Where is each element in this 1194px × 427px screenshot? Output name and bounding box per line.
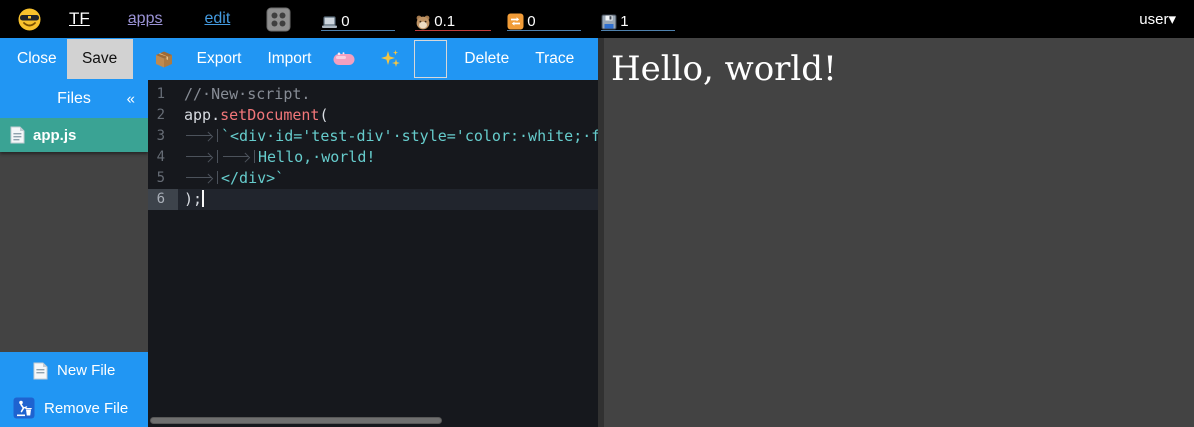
gutter-line-number[interactable]: 1 xyxy=(148,84,178,105)
sunglasses-face-icon[interactable] xyxy=(18,8,41,31)
user-menu-label: user xyxy=(1139,11,1168,28)
code-line-content[interactable]: app.setDocument( xyxy=(178,105,598,126)
tab-invisible-icon xyxy=(184,171,218,184)
code-line[interactable]: 2app.setDocument( xyxy=(148,105,598,126)
empty-toolbar-button[interactable] xyxy=(414,40,447,78)
package-icon[interactable] xyxy=(149,39,179,79)
files-header-title: Files xyxy=(57,90,91,108)
preview-heading: Hello, world! xyxy=(611,49,1194,90)
save-counter-field[interactable]: 1 xyxy=(601,7,675,31)
save-counter-value: 1 xyxy=(620,13,628,30)
repeat-counter-field[interactable]: 0 xyxy=(507,7,581,31)
preview-panel: Hello, world! xyxy=(604,38,1194,427)
import-button[interactable]: Import xyxy=(267,50,311,68)
remove-file-label: Remove File xyxy=(44,400,128,417)
cpu-counter-value: 0 xyxy=(341,13,349,30)
code-line[interactable]: 5</div>` xyxy=(148,168,598,189)
delete-button[interactable]: Delete xyxy=(464,50,509,68)
laptop-icon xyxy=(321,15,338,30)
code-line-content[interactable]: `<div·id='test-div'·style='color:·white;… xyxy=(178,126,598,147)
code-rows: 1//·New·script.2app.setDocument(3`<div·i… xyxy=(148,80,598,210)
floppy-icon xyxy=(601,14,617,30)
apps-link[interactable]: apps xyxy=(128,10,163,28)
cpu-counter-field[interactable]: 0 xyxy=(321,7,395,31)
code-editor[interactable]: 1//·New·script.2app.setDocument(3`<div·i… xyxy=(148,80,598,427)
close-button[interactable]: Close xyxy=(17,50,57,68)
code-line[interactable]: 1//·New·script. xyxy=(148,84,598,105)
editor-toolbar: Close Save Export Import xyxy=(0,38,598,80)
tab-invisible-icon xyxy=(221,150,255,163)
code-line-content[interactable]: </div>` xyxy=(178,168,598,189)
export-button[interactable]: Export xyxy=(197,50,242,68)
soap-icon[interactable] xyxy=(329,39,359,79)
repeat-icon xyxy=(507,13,524,30)
files-sidebar: Files « app.js xyxy=(0,80,148,427)
trace-button[interactable]: Trace xyxy=(535,50,574,68)
new-file-icon xyxy=(33,362,48,380)
tab-invisible-icon xyxy=(184,150,218,163)
brand-link[interactable]: TF xyxy=(69,9,90,29)
hamster-counter-field[interactable]: 0.1 xyxy=(415,7,491,31)
horizontal-scrollbar-thumb[interactable] xyxy=(150,417,442,424)
code-line[interactable]: 6); xyxy=(148,189,598,210)
code-line-content[interactable]: //·New·script. xyxy=(178,84,598,105)
new-file-button[interactable]: New File xyxy=(0,352,148,389)
file-name: app.js xyxy=(33,127,76,144)
sparkles-icon[interactable] xyxy=(376,39,406,79)
gutter-line-number[interactable]: 5 xyxy=(148,168,178,189)
top-bar: TF apps edit 0 xyxy=(0,0,1194,38)
sidebar-actions: New File Remove File xyxy=(0,352,148,427)
save-button[interactable]: Save xyxy=(67,39,133,79)
code-line-content[interactable]: ); xyxy=(178,189,598,210)
code-line[interactable]: 3`<div·id='test-div'·style='color:·white… xyxy=(148,126,598,147)
repeat-counter-value: 0 xyxy=(527,13,535,30)
gutter-line-number[interactable]: 2 xyxy=(148,105,178,126)
gutter-line-number[interactable]: 3 xyxy=(148,126,178,147)
gutter-line-number[interactable]: 4 xyxy=(148,147,178,168)
remove-file-button[interactable]: Remove File xyxy=(0,389,148,427)
file-item-appjs[interactable]: app.js xyxy=(0,118,148,152)
text-cursor xyxy=(202,190,204,207)
tab-invisible-icon xyxy=(184,129,218,142)
code-line-content[interactable]: Hello,·world! xyxy=(178,147,598,168)
code-line[interactable]: 4Hello,·world! xyxy=(148,147,598,168)
hamster-icon xyxy=(415,14,431,30)
new-file-label: New File xyxy=(57,362,115,379)
litter-bin-icon xyxy=(13,397,35,419)
app-window: TF apps edit 0 xyxy=(0,0,1194,427)
hamster-counter-value: 0.1 xyxy=(434,13,455,30)
document-icon xyxy=(10,126,25,144)
user-menu[interactable]: user▾ xyxy=(1139,10,1176,28)
collapse-sidebar-button[interactable]: « xyxy=(127,91,135,108)
edit-link[interactable]: edit xyxy=(204,10,230,28)
files-header: Files « xyxy=(0,80,148,118)
caret-down-icon: ▾ xyxy=(1168,11,1176,28)
gutter-line-number[interactable]: 6 xyxy=(148,189,178,210)
app-grid-icon[interactable] xyxy=(266,7,291,32)
